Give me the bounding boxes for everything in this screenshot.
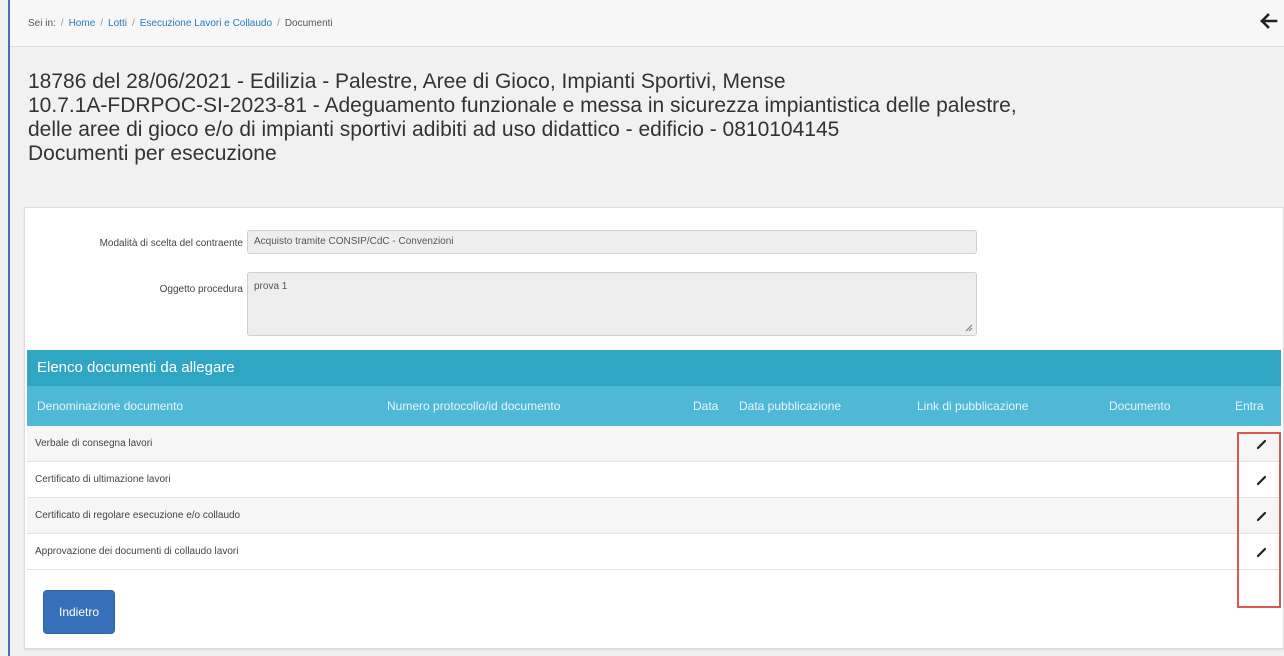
modalita-field[interactable]: Acquisto tramite CONSIP/CdC - Convenzion… [247,230,977,254]
table-row: Certificato di regolare esecuzione e/o c… [27,498,1281,534]
resize-grip-icon[interactable] [965,324,973,332]
table-body: Verbale di consegna lavori Certificato d… [27,426,1281,590]
table-row-empty [27,570,1281,590]
documents-panel: Modalità di scelta del contraente Acquis… [24,207,1284,649]
table-header: Denominazione documento Numero protocoll… [27,386,1281,426]
column-header-data: Data [693,399,719,413]
document-name: Certificato di regolare esecuzione e/o c… [35,510,241,521]
title-line-2: 10.7.1A-FDRPOC-SI-2023-81 - Adeguamento … [28,94,1017,117]
column-header-data-pubblicazione: Data pubblicazione [739,399,842,413]
breadcrumb-separator: / [60,18,64,29]
pencil-icon[interactable] [1255,545,1269,559]
column-header-denominazione: Denominazione documento [37,399,184,413]
title-line-1: 18786 del 28/06/2021 - Edilizia - Palest… [28,70,786,93]
table-row: Verbale di consegna lavori [27,426,1281,462]
column-header-link: Link di pubblicazione [917,399,1029,413]
column-header-documento: Documento [1109,399,1171,413]
breadcrumb: Sei in: / Home / Lotti / Esecuzione Lavori e C… [28,18,333,29]
oggetto-label: Oggetto procedura [159,284,243,295]
pencil-icon[interactable] [1255,509,1269,523]
arrow-left-icon[interactable] [1260,12,1278,30]
breadcrumb-separator: / [277,18,280,29]
table-row: Certificato di ultimazione lavori [27,462,1281,498]
section-header: Elenco documenti da allegare [27,350,1281,386]
oggetto-value: prova 1 [254,281,288,292]
oggetto-textarea[interactable]: prova 1 [247,272,977,336]
pencil-icon[interactable] [1255,437,1269,451]
document-name: Approvazione dei documenti di collaudo l… [35,546,239,557]
breadcrumb-current: Documenti [284,18,333,29]
breadcrumb-separator: / [131,18,135,29]
pencil-icon[interactable] [1255,473,1269,487]
app-frame: Sei in: / Home / Lotti / Esecuzione Lavori e C… [8,0,1284,656]
breadcrumb-prefix: Sei in: [28,18,56,29]
top-bar: Sei in: / Home / Lotti / Esecuzione Lavori e C… [10,0,1284,47]
page-title: 18786 del 28/06/2021 - Edilizia - Palest… [28,70,1278,166]
table-row: Approvazione dei documenti di collaudo l… [27,534,1281,570]
breadcrumb-home[interactable]: Home [69,18,96,29]
breadcrumb-lotti[interactable]: Lotti [108,18,127,29]
title-line-4: Documenti per esecuzione [28,142,277,165]
title-line-3: delle aree di gioco e/o di impianti spor… [28,118,840,141]
modalita-label: Modalità di scelta del contraente [99,238,243,249]
breadcrumb-separator: / [100,18,104,29]
column-header-protocollo: Numero protocollo/id documento [387,399,561,413]
breadcrumb-esecuzione[interactable]: Esecuzione Lavori e Collaudo [140,18,272,29]
document-name: Certificato di ultimazione lavori [35,474,171,485]
back-button[interactable]: Indietro [43,590,115,634]
column-header-entra: Entra [1235,399,1264,413]
document-name: Verbale di consegna lavori [35,438,153,449]
